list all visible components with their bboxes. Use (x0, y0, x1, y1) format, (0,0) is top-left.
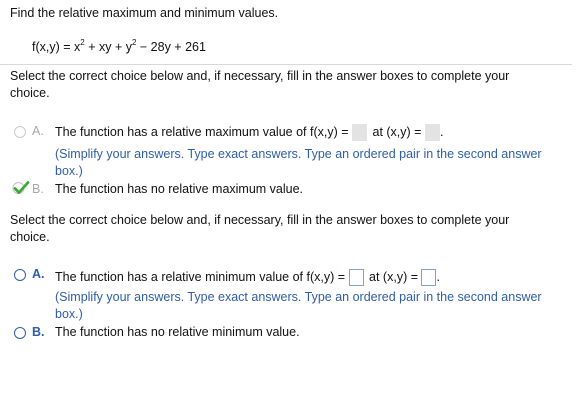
min-choice-b-letter: B. (32, 325, 45, 339)
max-point-answer-box (424, 124, 440, 141)
max-choice-a-radio[interactable] (14, 126, 26, 138)
max-choice-a-text: The function has a relative maximum valu… (55, 124, 443, 141)
instruction-text: Find the relative maximum and minimum va… (10, 6, 279, 20)
divider (0, 64, 572, 65)
min-choice-a-radio[interactable] (14, 269, 26, 281)
min-choice-b-radio[interactable] (14, 327, 26, 339)
min-hint-text: (Simplify your answers. Type exact answe… (55, 290, 542, 321)
max-choice-a-letter: A. (32, 124, 44, 138)
min-point-answer-box[interactable] (421, 269, 437, 286)
max-value-answer-box (352, 124, 368, 141)
max-choice-b-radio[interactable] (12, 180, 30, 196)
min-choice-b-text: The function has no relative minimum val… (55, 325, 300, 339)
min-value-answer-box[interactable] (348, 269, 364, 286)
max-choice-b-text: The function has no relative maximum val… (55, 182, 304, 196)
max-choice-b-letter: B. (32, 182, 44, 196)
function-expression: f(x,y) = x2 + xy + y2 − 28y + 261 (32, 37, 206, 54)
min-choice-a-text: The function has a relative minimum valu… (55, 269, 440, 286)
checkmark-icon (12, 181, 30, 195)
min-choice-a-letter: A. (32, 267, 45, 281)
part2-prompt: Select the correct choice below and, if … (10, 213, 510, 244)
max-hint-text: (Simplify your answers. Type exact answe… (55, 147, 542, 178)
part1-prompt: Select the correct choice below and, if … (10, 69, 510, 100)
